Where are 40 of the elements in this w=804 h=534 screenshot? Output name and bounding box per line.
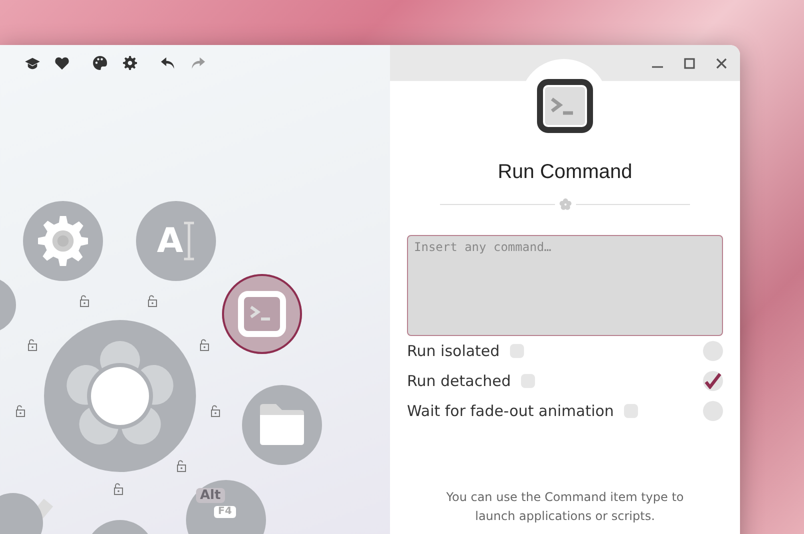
menu-item-node[interactable]: Alt F4 [186, 480, 266, 534]
graduation-cap-icon [24, 56, 40, 70]
toolbar-button[interactable] [52, 55, 72, 71]
unlocked-padlock-icon[interactable] [28, 339, 37, 351]
undo-icon [161, 56, 175, 70]
option-label: Wait for fade-out animation [407, 402, 614, 420]
key-label: Alt [196, 488, 225, 503]
option-label: Run detached [407, 372, 511, 390]
flower-icon [558, 198, 572, 211]
unlocked-padlock-icon[interactable] [177, 460, 186, 472]
minimize-icon [652, 66, 662, 68]
unlocked-padlock-icon[interactable] [211, 405, 220, 417]
option-label: Run isolated [407, 342, 500, 360]
heart-icon [55, 56, 69, 70]
checkbox[interactable] [703, 341, 723, 361]
unlocked-padlock-icon[interactable] [200, 339, 209, 351]
settings-icon [123, 56, 137, 70]
gear-icon [38, 216, 88, 266]
terminal-icon [238, 291, 286, 337]
maximize-icon [684, 58, 694, 68]
checkbox[interactable] [703, 371, 723, 391]
text-cursor-icon [183, 221, 196, 261]
toolbar-button[interactable] [90, 55, 110, 71]
unlocked-padlock-icon[interactable] [80, 295, 89, 307]
palette-icon [93, 56, 107, 70]
toolbar-button[interactable] [120, 55, 140, 71]
close-icon [716, 58, 726, 68]
checkmark-icon [704, 373, 722, 389]
menu-item-node[interactable]: A [136, 201, 216, 281]
redo-icon [191, 56, 205, 70]
unlocked-padlock-icon[interactable] [148, 295, 157, 307]
help-text: You can use the Command item type to launch applications or scripts. [445, 489, 685, 525]
checkbox[interactable] [703, 401, 723, 421]
command-input-field[interactable]: Insert any command… [407, 235, 723, 336]
letter-glyph: A [156, 221, 184, 261]
dialog-title: Run Command [498, 161, 632, 184]
key-label: F4 [214, 506, 236, 518]
unlocked-padlock-icon[interactable] [16, 405, 25, 417]
folder-icon [258, 403, 306, 447]
unlocked-padlock-icon[interactable] [114, 483, 123, 495]
